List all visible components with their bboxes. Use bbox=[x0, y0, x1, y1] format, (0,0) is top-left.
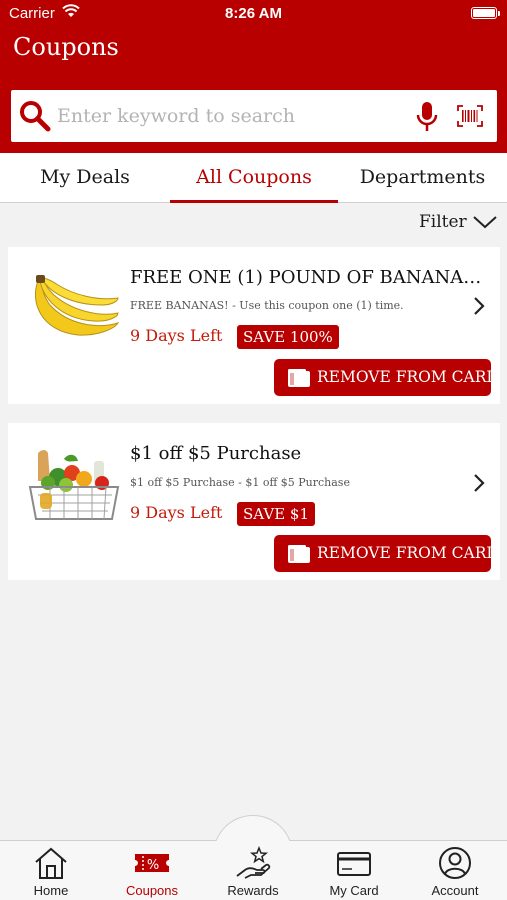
chevron-right-icon[interactable] bbox=[472, 295, 486, 317]
coupon-card[interactable]: FREE ONE (1) POUND OF BANANAS (US... FRE… bbox=[8, 247, 500, 404]
coupon-description: $1 off $5 Purchase - $1 off $5 Purchase bbox=[130, 476, 350, 489]
barcode-scanner-icon[interactable] bbox=[457, 105, 483, 127]
nav-coupons[interactable]: % Coupons bbox=[107, 842, 197, 900]
save-badge: SAVE $1 bbox=[237, 502, 315, 526]
nav-rewards-label: Rewards bbox=[227, 883, 279, 898]
nav-my-card[interactable]: My Card bbox=[309, 842, 399, 900]
tab-departments[interactable]: Departments bbox=[338, 153, 507, 203]
nav-home-label: Home bbox=[33, 883, 69, 898]
rewards-hand-star-icon bbox=[236, 846, 271, 879]
nav-coupons-label: Coupons bbox=[125, 883, 179, 898]
search-icon[interactable] bbox=[18, 99, 52, 133]
chevron-right-icon[interactable] bbox=[472, 472, 486, 494]
active-tab-indicator bbox=[170, 200, 338, 203]
coupon-description: FREE BANANAS! - Use this coupon one (1) … bbox=[130, 299, 404, 312]
grocery-basket-image bbox=[28, 450, 120, 520]
coupon-title: FREE ONE (1) POUND OF BANANAS (US... bbox=[130, 267, 485, 288]
days-left: 9 Days Left bbox=[130, 503, 223, 522]
nav-home[interactable]: Home bbox=[6, 842, 96, 900]
nav-rewards[interactable]: Rewards bbox=[208, 842, 298, 900]
battery-icon bbox=[471, 7, 497, 19]
coupon-tabs: My Deals All Coupons Departments bbox=[0, 153, 507, 203]
card-icon bbox=[337, 852, 371, 876]
nav-account[interactable]: Account bbox=[410, 842, 500, 900]
filter-button[interactable]: Filter bbox=[419, 212, 467, 232]
nav-account-label: Account bbox=[431, 883, 479, 898]
wallet-icon bbox=[288, 369, 310, 387]
bananas-image bbox=[34, 275, 120, 336]
chevron-down-icon[interactable] bbox=[472, 213, 498, 231]
save-badge: SAVE 100% bbox=[237, 325, 339, 349]
tab-my-deals[interactable]: My Deals bbox=[0, 153, 170, 203]
search-input[interactable] bbox=[57, 101, 407, 131]
nav-my-card-label: My Card bbox=[329, 883, 379, 898]
battery-tip bbox=[498, 11, 500, 16]
status-bar: Carrier 8:26 AM bbox=[0, 0, 507, 28]
remove-from-card-button[interactable]: REMOVE FROM CARD bbox=[274, 359, 499, 396]
page-title: Coupons bbox=[13, 33, 119, 61]
coupon-card[interactable]: $1 off $5 Purchase $1 off $5 Purchase - … bbox=[8, 423, 500, 580]
tab-all-coupons[interactable]: All Coupons bbox=[170, 153, 338, 203]
remove-from-card-label: REMOVE FROM CARD bbox=[317, 368, 499, 386]
microphone-icon[interactable] bbox=[416, 101, 438, 133]
status-time: 8:26 AM bbox=[225, 5, 282, 22]
days-left: 9 Days Left bbox=[130, 326, 223, 345]
account-icon bbox=[439, 847, 471, 879]
remove-from-card-label: REMOVE FROM CARD bbox=[317, 544, 499, 562]
svg-text:%: % bbox=[147, 858, 159, 873]
coupon-ticket-icon: % bbox=[135, 854, 169, 873]
coupon-title: $1 off $5 Purchase bbox=[130, 443, 302, 464]
wallet-icon bbox=[288, 545, 310, 563]
search-bar bbox=[11, 90, 497, 142]
remove-from-card-button[interactable]: REMOVE FROM CARD bbox=[274, 535, 499, 572]
home-icon bbox=[35, 847, 67, 879]
